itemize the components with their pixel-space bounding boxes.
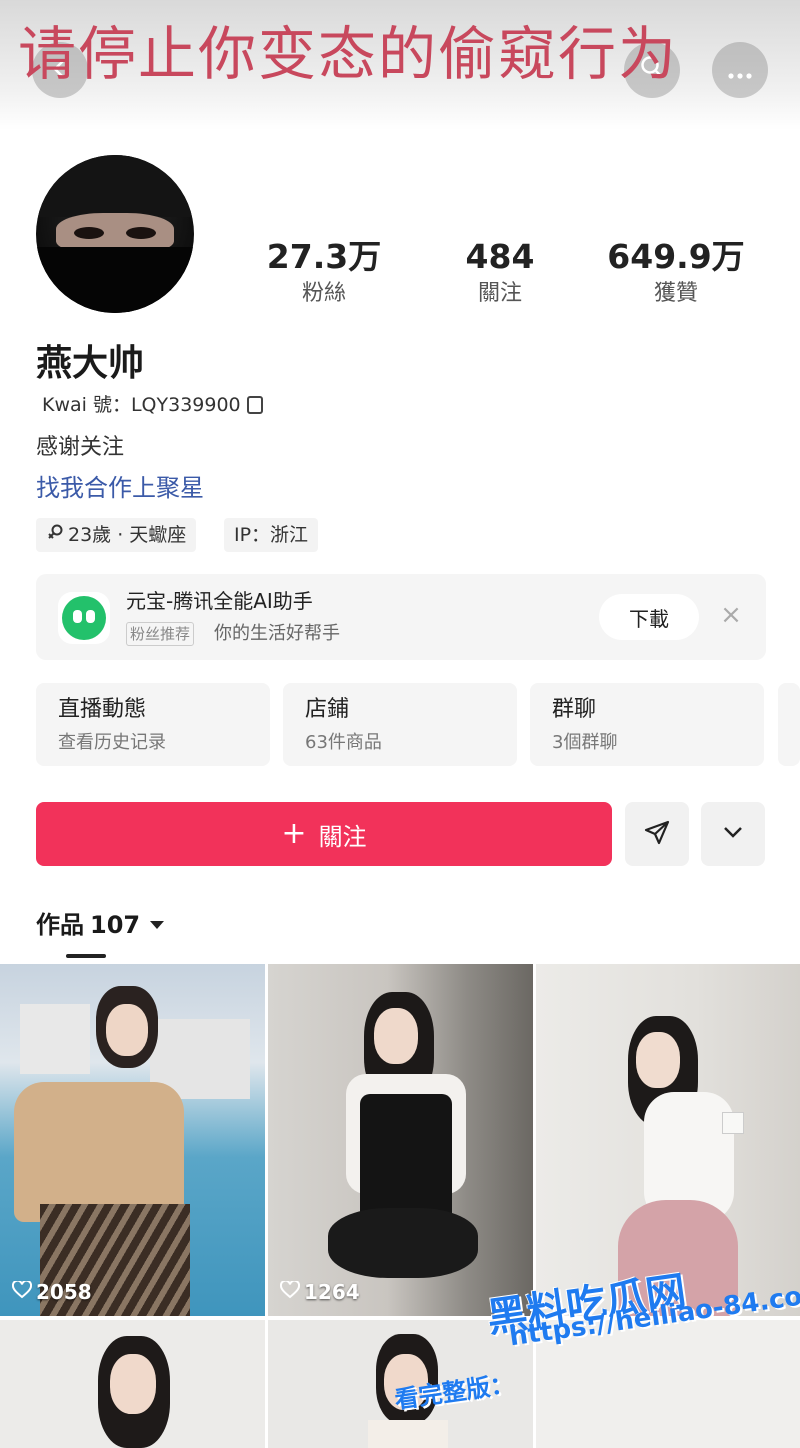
copy-icon[interactable] — [246, 396, 263, 414]
ad-card[interactable]: 元宝-腾讯全能AI助手 粉丝推荐 你的生活好帮手 下載 × — [36, 574, 766, 660]
feature-sub: 3個群聊 — [552, 732, 618, 753]
download-button[interactable]: 下載 — [599, 594, 699, 640]
follow-label: 關注 — [318, 822, 367, 851]
feature-more[interactable] — [778, 683, 800, 766]
stat-value: 484 — [465, 237, 535, 276]
chevron-down-icon — [721, 820, 745, 848]
female-icon — [46, 518, 64, 552]
ad-badge: 粉丝推荐 — [126, 622, 195, 646]
close-icon[interactable]: × — [716, 600, 746, 630]
ip-text: IP：浙江 — [234, 524, 309, 546]
bio-line: 感谢关注 — [36, 435, 125, 460]
stat-value: 649.9万 — [607, 237, 745, 276]
stat-following[interactable]: 484 關注 — [410, 236, 590, 310]
bio-link[interactable]: 找我合作上聚星 — [36, 472, 204, 504]
kwai-id-row[interactable]: Kwai 號：LQY339900 — [42, 392, 263, 418]
likes-count: 1264 — [279, 1279, 360, 1304]
heart-icon — [279, 1279, 301, 1304]
profile-name: 燕大帅 — [36, 343, 145, 384]
caret-down-icon — [150, 921, 165, 929]
tab-works[interactable]: 作品 107 — [36, 908, 165, 942]
stat-label: 獲贊 — [653, 281, 698, 306]
stat-fans[interactable]: 27.3万 粉絲 — [234, 236, 414, 310]
feature-shop[interactable]: 店鋪 63件商品 — [283, 683, 517, 766]
feature-sub: 查看历史记录 — [58, 732, 166, 753]
follow-button[interactable]: + 關注 — [36, 802, 612, 866]
video-thumbnail[interactable]: 1264 — [268, 964, 533, 1316]
age-text: 23歲 · 天蠍座 — [68, 524, 187, 546]
likes-count: 2058 — [11, 1279, 92, 1304]
message-button[interactable] — [625, 802, 689, 866]
tab-indicator — [66, 954, 106, 958]
works-label: 作品 — [36, 911, 84, 939]
stat-value: 27.3万 — [266, 237, 382, 276]
likes-text: 2058 — [36, 1280, 92, 1304]
feature-title: 直播動態 — [58, 697, 147, 722]
ip-tag: IP：浙江 — [224, 518, 319, 552]
works-count: 107 — [90, 911, 141, 939]
plus-icon: + — [281, 816, 307, 851]
video-thumbnail[interactable] — [0, 1320, 265, 1448]
feature-title: 群聊 — [552, 697, 597, 722]
feature-sub: 63件商品 — [305, 732, 382, 753]
expand-button[interactable] — [701, 802, 765, 866]
heart-icon — [11, 1279, 33, 1304]
kwai-id: Kwai 號：LQY339900 — [42, 394, 241, 416]
ad-title: 元宝-腾讯全能AI助手 — [126, 589, 313, 613]
stat-likes[interactable]: 649.9万 獲贊 — [586, 236, 766, 310]
age-tag: 23歲 · 天蠍座 — [36, 518, 197, 552]
feature-live[interactable]: 直播動態 查看历史记录 — [36, 683, 270, 766]
ad-subtitle: 你的生活好帮手 — [214, 623, 340, 644]
stat-label: 粉絲 — [301, 281, 346, 306]
likes-text: 1264 — [304, 1280, 360, 1304]
feature-title: 店鋪 — [305, 697, 350, 722]
video-thumbnail[interactable]: 2058 — [0, 964, 265, 1316]
send-icon — [643, 818, 671, 850]
overlay-caption: 请停止你变态的偷窥行为 — [18, 20, 679, 88]
feature-group[interactable]: 群聊 3個群聊 — [530, 683, 764, 766]
avatar[interactable] — [36, 155, 194, 313]
yuanbao-logo-icon — [58, 592, 110, 644]
stat-label: 關注 — [477, 281, 522, 306]
